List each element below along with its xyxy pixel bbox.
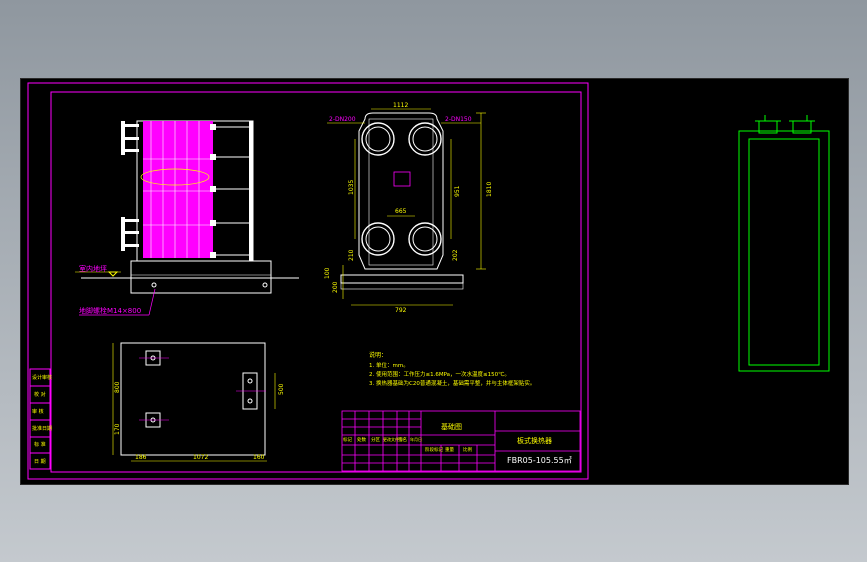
note-line: 2. 使用范围：工作压力≤1.6MPa，一次水温度≤150℃。 [369, 370, 510, 378]
note-line: 1. 单位：mm。 [369, 361, 409, 369]
dim-label: 1810 [486, 182, 493, 197]
side-view-dims: 2-DN200 2-DN150 1112 1810 951 1035 665 2… [324, 102, 493, 314]
green-side-view [738, 115, 830, 372]
title-row-label: 分区 [371, 436, 380, 443]
plate-pack [143, 121, 213, 258]
floor-label: 室内地坪 [79, 264, 107, 273]
note-line: 3. 换热器基础为C20普通混凝土，基础需平整，并与主体框架贴实。 [369, 379, 535, 387]
side-label: 设计审核 [32, 374, 52, 381]
dim-label: 170 [114, 423, 121, 435]
dim-label: 1112 [393, 102, 408, 109]
nozzle-right-label: 2-DN150 [445, 116, 472, 123]
dim-label: 800 [114, 381, 121, 393]
dim-label: 160 [253, 454, 265, 461]
dim-label: 665 [395, 208, 407, 215]
notes: 说明： 1. 单位：mm。 2. 使用范围：工作压力≤1.6MPa，一次水温度≤… [369, 351, 535, 387]
notes-title: 说明： [369, 351, 387, 359]
dim-label: 200 [332, 281, 339, 293]
dim-label: 951 [454, 185, 461, 197]
side-label: 标 准 [34, 441, 46, 448]
outer-frame [27, 82, 589, 480]
title-block-text: 基础图 板式换热器 FBR05-105.55㎡ 标记 处数 分区 更改文件号 签… [343, 422, 572, 465]
dim-label: 1035 [348, 180, 355, 195]
title-row-label: 签名 [398, 436, 407, 443]
side-label: 校 对 [34, 391, 46, 398]
side-view [327, 108, 486, 306]
front-view [75, 120, 299, 316]
dim-label: 1072 [193, 454, 208, 461]
model-number: FBR05-105.55㎡ [507, 456, 572, 465]
dim-label: 210 [348, 249, 355, 261]
cad-viewport[interactable]: 设计审核 校 对 审 核 批准日期 标 准 日 期 室内地坪 地脚螺栓M14×8… [20, 78, 849, 485]
title-row-label: 年月日 [410, 436, 422, 442]
dim-label: 202 [452, 249, 459, 261]
view-name: 基础图 [441, 422, 462, 431]
dim-label: 500 [278, 383, 285, 395]
dim-label: 792 [395, 307, 407, 314]
side-label: 批准日期 [32, 425, 52, 432]
dim-label: 100 [324, 267, 331, 279]
title-row-label: 比例 [463, 446, 472, 453]
side-label: 审 核 [32, 408, 44, 415]
plan-view [112, 342, 276, 462]
cad-drawing: 设计审核 校 对 审 核 批准日期 标 准 日 期 室内地坪 地脚螺栓M14×8… [27, 82, 830, 480]
side-title-column [29, 368, 51, 470]
title-row-label: 处数 [357, 436, 366, 443]
nozzle-left-label: 2-DN200 [329, 116, 356, 123]
title-row-label: 标记 [343, 436, 352, 443]
title-row-label: 阶段标记 [425, 446, 443, 453]
dim-label: 186 [135, 454, 147, 461]
plan-view-dims: 800 170 186 1072 160 500 [114, 381, 285, 461]
title-row-label: 重量 [445, 446, 454, 453]
anchor-label: 地脚螺栓M14×800 [79, 306, 141, 315]
side-label: 日 期 [34, 459, 46, 465]
drawing-name: 板式换热器 [517, 436, 552, 445]
